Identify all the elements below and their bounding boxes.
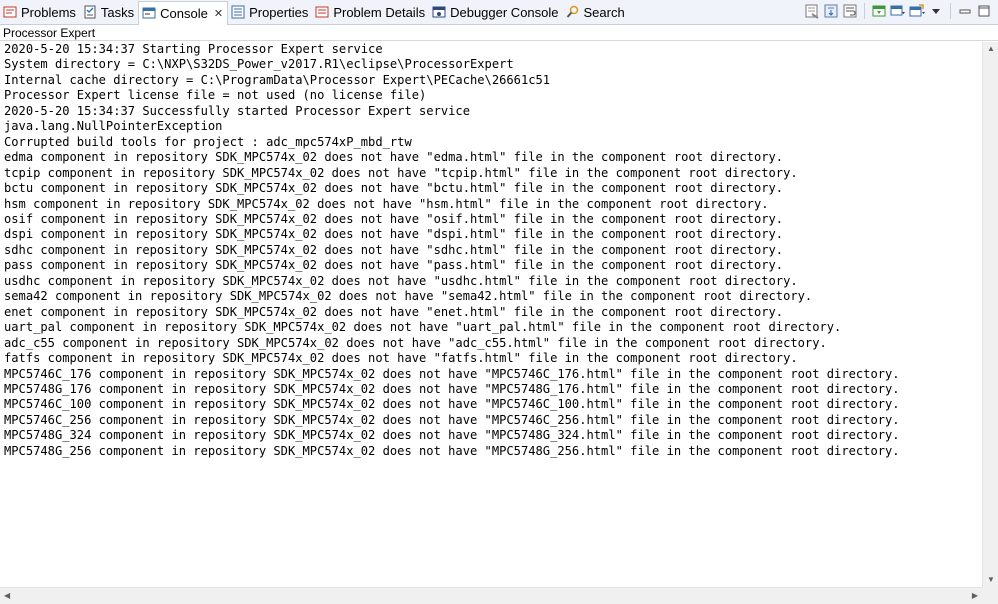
console-line: pass component in repository SDK_MPC574x… [4,258,784,273]
tab-label: Tasks [100,4,135,20]
console-line: MPC5748G_176 component in repository SDK… [4,381,900,396]
open-console-icon[interactable] [909,3,925,19]
tab-problem-details[interactable]: Problem Details [312,1,429,23]
console-name-label: Processor Expert [0,25,998,41]
tab-label: Problems [21,4,76,20]
console-line: hsm component in repository SDK_MPC574x_… [4,196,769,211]
tab-problems[interactable]: Problems [0,1,80,23]
pin-console-icon[interactable] [871,3,887,19]
display-selected-console-icon[interactable] [890,3,906,19]
console-line: MPC5746C_256 component in repository SDK… [4,412,900,427]
console-line: edma component in repository SDK_MPC574x… [4,150,784,165]
tab-label: Problem Details [333,4,426,20]
properties-icon [231,5,245,19]
scroll-left-icon[interactable]: ◀ [4,592,10,600]
close-icon[interactable]: ✕ [214,7,223,20]
word-wrap-icon[interactable] [842,3,858,19]
scroll-lock-icon[interactable] [823,3,839,19]
console-line: MPC5748G_324 component in repository SDK… [4,428,900,443]
toolbar-separator [950,3,951,19]
view-menu-icon[interactable] [928,3,944,19]
scrollbar-corner [982,587,998,604]
console-output[interactable]: 2020-5-20 15:34:37 Starting Processor Ex… [0,42,982,587]
console-line: 2020-5-20 15:34:37 Starting Processor Ex… [4,42,383,56]
console-line: sema42 component in repository SDK_MPC57… [4,289,813,304]
horizontal-scrollbar[interactable]: ◀ ▶ [0,587,982,604]
console-line: Internal cache directory = C:\ProgramDat… [4,72,551,87]
console-line: MPC5746C_176 component in repository SDK… [4,366,900,381]
console-line: dspi component in repository SDK_MPC574x… [4,227,784,242]
console-line: tcpip component in repository SDK_MPC574… [4,165,798,180]
minimize-icon[interactable] [957,3,973,19]
console-line: osif component in repository SDK_MPC574x… [4,211,784,226]
vertical-scrollbar[interactable]: ▲ ▼ [982,42,998,587]
console-line: sdhc component in repository SDK_MPC574x… [4,242,784,257]
view-toolbar [804,3,992,19]
toolbar-separator [864,3,865,19]
console-line: Corrupted build tools for project : adc_… [4,134,412,149]
console-icon [142,6,156,20]
tab-debugger-console[interactable]: Debugger Console [429,1,562,23]
tab-label: Debugger Console [450,4,559,20]
search-icon [566,5,580,19]
tab-label: Search [583,4,625,20]
console-line: MPC5746C_100 component in repository SDK… [4,397,900,412]
tasks-icon [83,5,97,19]
console-line: java.lang.NullPointerException [4,119,223,134]
console-line: MPC5748G_256 component in repository SDK… [4,443,900,458]
console-line: adc_c55 component in repository SDK_MPC5… [4,335,827,350]
tab-label: Console [160,5,208,21]
console-line: uart_pal component in repository SDK_MPC… [4,320,842,335]
console-line: Processor Expert license file = not used… [4,88,427,103]
maximize-icon[interactable] [976,3,992,19]
tab-label: Properties [249,4,309,20]
tab-console[interactable]: Console ✕ [138,0,229,25]
console-line: 2020-5-20 15:34:37 Successfully started … [4,103,470,118]
clear-console-icon[interactable] [804,3,820,19]
tab-properties[interactable]: Properties [228,1,312,23]
problems-icon [3,5,17,19]
scroll-down-icon[interactable]: ▼ [987,576,995,584]
console-text: 2020-5-20 15:34:37 Starting Processor Ex… [0,42,982,459]
debugger-console-icon [432,5,446,19]
console-line: enet component in repository SDK_MPC574x… [4,304,784,319]
scroll-up-icon[interactable]: ▲ [987,45,995,53]
console-line: fatfs component in repository SDK_MPC574… [4,351,798,366]
console-line: bctu component in repository SDK_MPC574x… [4,181,784,196]
scroll-right-icon[interactable]: ▶ [972,592,978,600]
tab-search[interactable]: Search [563,1,629,23]
view-tab-bar: Problems Tasks Console ✕ Properties Prob… [0,0,998,25]
console-line: usdhc component in repository SDK_MPC574… [4,273,798,288]
tab-tasks[interactable]: Tasks [80,1,138,23]
console-line: System directory = C:\NXP\S32DS_Power_v2… [4,57,514,72]
problem-details-icon [315,5,329,19]
